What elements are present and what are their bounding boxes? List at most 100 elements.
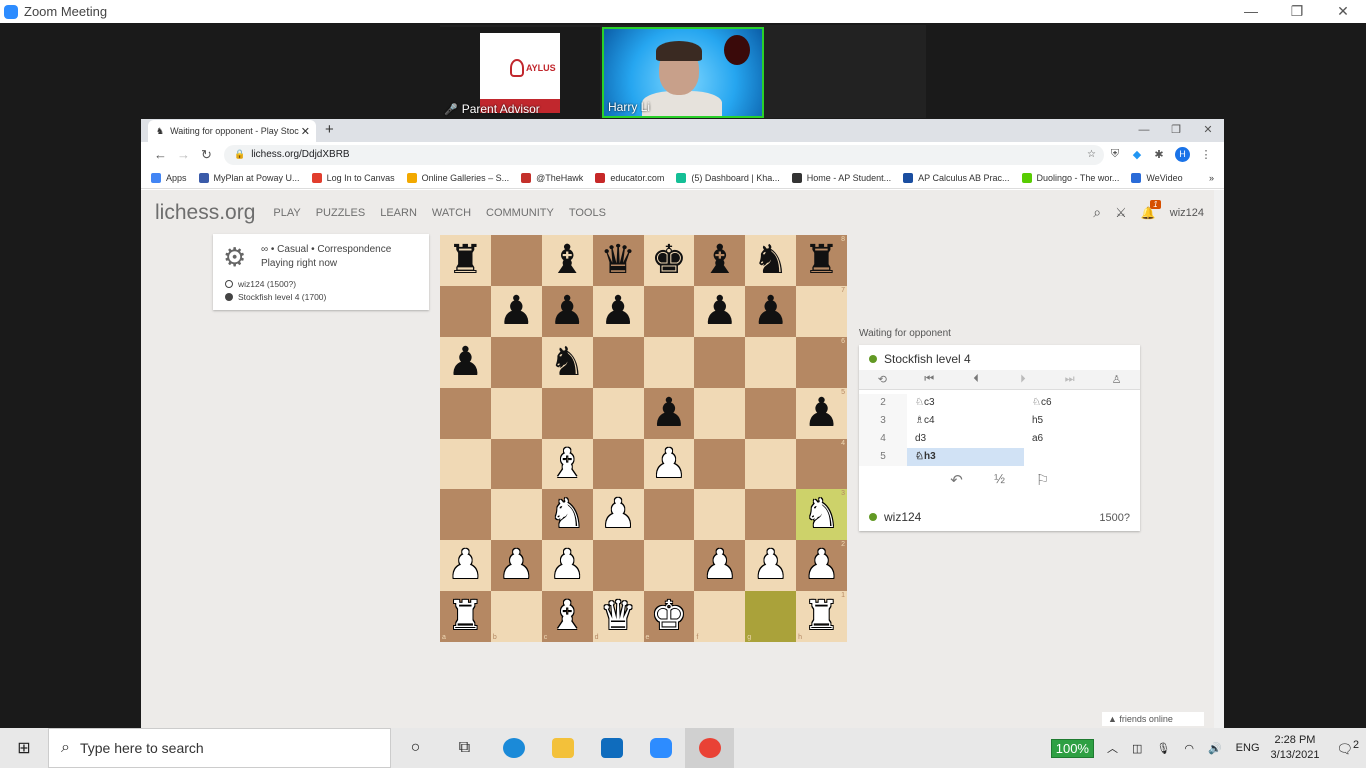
prev-move-icon[interactable]: ⏴ [953,373,1000,386]
participant-tile-harry[interactable]: Harry Li [602,27,764,118]
white-knight-icon[interactable]: ♞ [796,489,847,540]
black-knight-icon[interactable]: ♞ [542,337,593,388]
square-d6[interactable] [592,336,644,388]
reload-icon[interactable]: ↻ [195,147,218,163]
square-d5[interactable] [592,387,644,439]
notification-center-icon[interactable]: 🗨2 [1336,739,1359,757]
bookmark-item[interactable]: educator.com [595,172,664,183]
square-g2[interactable]: ♟ [745,540,797,592]
square-h8[interactable]: ♜ 8 [796,235,847,286]
cortana-icon[interactable]: ○ [391,728,440,768]
taskbar-search[interactable]: ⌕ Type here to search [48,728,391,768]
square-a6[interactable]: ♟ [440,336,491,388]
nav-community[interactable]: COMMUNITY [486,207,554,219]
square-f1[interactable]: f [694,591,746,642]
white-pawn-icon[interactable]: ♟ [745,540,796,591]
edge-icon[interactable] [489,728,538,768]
square-d1[interactable]: ♛ d [592,591,644,642]
square-d7[interactable]: ♟ [592,285,644,337]
white-king-icon[interactable]: ♚ [644,591,695,642]
square-b8[interactable] [490,235,542,286]
square-h2[interactable]: ♟ 2 [796,540,847,592]
square-f4[interactable] [694,438,746,490]
diamond-extension-icon[interactable]: ◆ [1126,148,1148,161]
white-pawn-icon[interactable]: ♟ [694,540,745,591]
browser-tab[interactable]: ♞ Waiting for opponent - Play Stoc ✕ [148,120,316,142]
square-c1[interactable]: ♝ c [541,591,593,642]
square-a3[interactable] [440,489,491,541]
square-a4[interactable] [440,438,491,490]
microphone-icon[interactable]: 🎙 [1156,742,1170,755]
black-pawn-icon[interactable]: ♟ [542,286,593,337]
black-queen-icon[interactable]: ♛ [593,235,644,286]
square-f2[interactable]: ♟ [694,540,746,592]
white-pawn-icon[interactable]: ♟ [491,540,542,591]
white-rook-icon[interactable]: ♜ [440,591,491,642]
square-b1[interactable]: b [490,591,542,642]
square-c6[interactable]: ♞ [541,336,593,388]
chevron-up-icon[interactable]: ︿ [1107,740,1118,756]
bookmark-item[interactable]: (5) Dashboard | Kha... [676,172,780,183]
white-move[interactable]: ♘c3 [907,394,1024,412]
language-indicator[interactable]: ENG [1236,742,1260,754]
square-e1[interactable]: ♚ e [643,591,695,642]
notifications-bell-icon[interactable]: 🔔 1 [1141,199,1161,220]
black-pawn-icon[interactable]: ♟ [694,286,745,337]
black-pawn-icon[interactable]: ♟ [491,286,542,337]
square-b7[interactable]: ♟ [490,285,542,337]
profile-avatar[interactable]: H [1175,147,1190,162]
my-name[interactable]: wiz124 [869,510,921,524]
next-move-icon[interactable]: ⏵ [999,373,1046,386]
black-rook-icon[interactable]: ♜ [440,235,491,286]
black-king-icon[interactable]: ♚ [644,235,695,286]
network-icon[interactable]: ◠ [1184,742,1194,755]
square-c5[interactable] [541,387,593,439]
search-icon[interactable]: ⌕ [1093,204,1101,221]
file-explorer-icon[interactable] [538,728,587,768]
white-bishop-icon[interactable]: ♝ [542,439,593,490]
restore-icon[interactable]: ❐ [1274,0,1320,23]
flip-board-icon[interactable]: ⟲ [859,373,906,386]
square-g3[interactable] [745,489,797,541]
battery-indicator[interactable]: 100% [1050,738,1094,758]
black-move[interactable] [1024,448,1140,466]
offer-draw-button[interactable]: ½ [978,471,1021,495]
white-pawn-icon[interactable]: ♟ [593,489,644,540]
bookmark-item[interactable]: Home - AP Student... [791,172,891,183]
nav-puzzles[interactable]: PUZZLES [316,207,366,219]
bookmark-item[interactable]: @TheHawk [521,172,583,183]
square-h1[interactable]: ♜ 1 h [796,591,847,642]
square-h3[interactable]: ♞ 3 [796,489,847,541]
square-b4[interactable] [490,438,542,490]
shield-extension-icon[interactable]: ⛨ [1104,148,1126,161]
restore-icon[interactable]: ❐ [1160,119,1192,142]
nav-play[interactable]: PLAY [273,207,300,219]
close-icon[interactable]: ✕ [1320,0,1366,23]
first-move-icon[interactable]: ⏮ [906,373,953,386]
black-move[interactable]: h5 [1024,412,1140,430]
page-scrollbar[interactable] [1214,190,1224,728]
square-c2[interactable]: ♟ [541,540,593,592]
square-e4[interactable]: ♟ [643,438,695,490]
white-pawn-icon[interactable]: ♟ [542,540,593,591]
black-rook-icon[interactable]: ♜ [796,235,847,286]
white-bishop-icon[interactable]: ♝ [542,591,593,642]
square-c8[interactable]: ♝ [541,235,593,286]
square-c4[interactable]: ♝ [541,438,593,490]
mail-icon[interactable] [587,728,636,768]
square-c3[interactable]: ♞ [541,489,593,541]
windows-start-icon[interactable]: ⊞ [0,738,48,758]
square-b6[interactable] [490,336,542,388]
resign-flag-icon[interactable]: ⚐ [1021,471,1064,495]
minimize-icon[interactable]: — [1128,119,1160,142]
bookmark-item[interactable]: Log In to Canvas [311,172,395,183]
minimize-icon[interactable]: — [1228,0,1274,23]
bookmark-item[interactable]: WeVideo [1131,172,1183,183]
square-h5[interactable]: ♟ 5 [796,387,847,439]
square-b5[interactable] [490,387,542,439]
square-d3[interactable]: ♟ [592,489,644,541]
square-a8[interactable]: ♜ [440,235,491,286]
bookmark-star-icon[interactable]: ☆ [1087,149,1096,160]
task-view-icon[interactable]: ⧉ [440,728,489,768]
square-e5[interactable]: ♟ [643,387,695,439]
